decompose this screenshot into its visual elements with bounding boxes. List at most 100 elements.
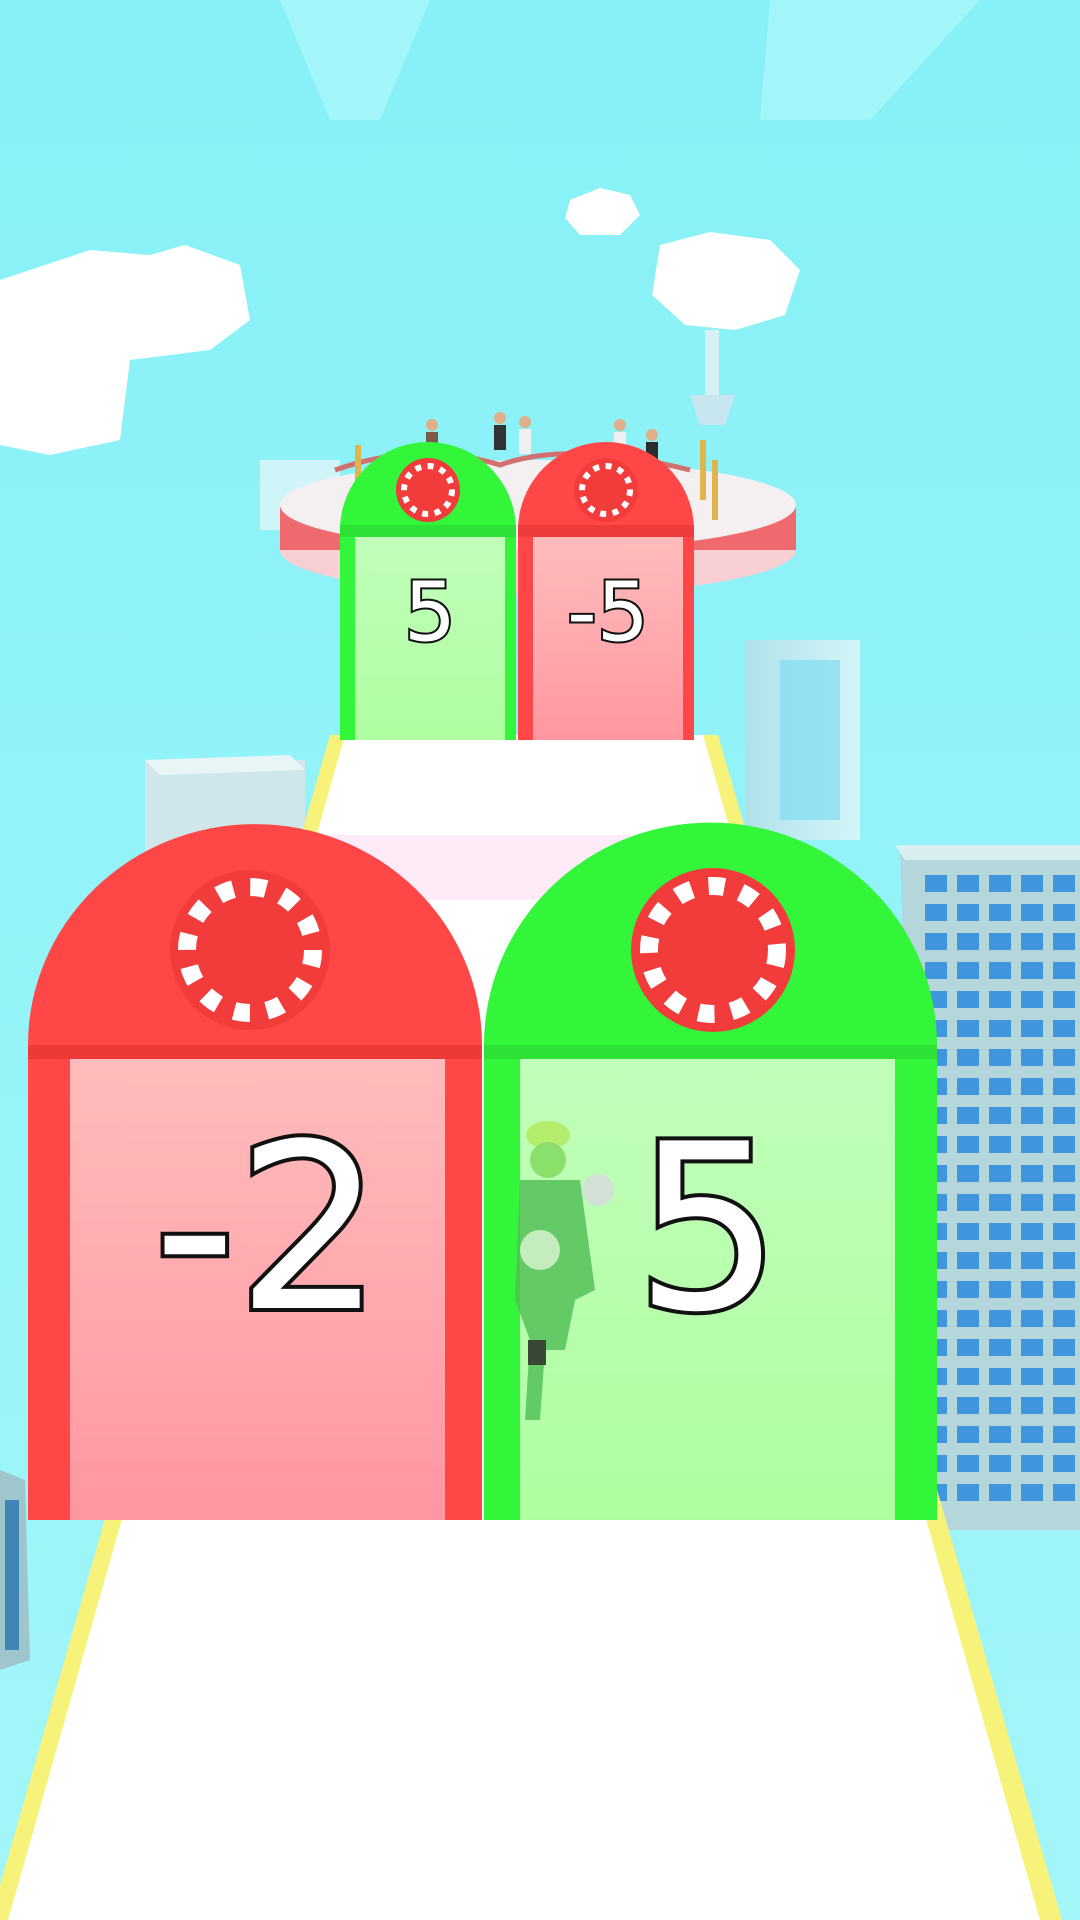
building-window [957,1049,979,1066]
building-window [989,1397,1011,1414]
building-window [1021,1252,1043,1269]
building-window [1053,1136,1075,1153]
building-window [989,1136,1011,1153]
building-window [1021,1194,1043,1211]
building-window [989,1426,1011,1443]
building-window [957,1426,979,1443]
gate-value: 5 [404,565,456,660]
building-window [1053,904,1075,921]
building-icon [0,1470,30,1670]
game-scene: 5 -5 -2 5 [0,0,1080,1920]
building-window [1053,1252,1075,1269]
building-window [1021,1078,1043,1095]
building-window [1053,1165,1075,1182]
building-window [957,875,979,892]
building-window [989,1107,1011,1124]
building-window [957,1397,979,1414]
building-window [1053,1223,1075,1240]
building-window [957,1281,979,1298]
building-window [1053,1078,1075,1095]
gate-value: 5 [635,1096,781,1363]
building-window [957,1484,979,1501]
building-window [1053,991,1075,1008]
building-window [925,875,947,892]
building-window [1021,1455,1043,1472]
poker-chip-icon [170,870,330,1030]
building-window [957,1136,979,1153]
building-window [1053,875,1075,892]
gate-far-left: 5 [340,442,516,740]
building-window [1021,1339,1043,1356]
building-window [925,904,947,921]
building-window [989,1194,1011,1211]
building-window [957,1107,979,1124]
building-window [957,1223,979,1240]
building-window [1021,1049,1043,1066]
building-window [1053,1107,1075,1124]
building-window [1021,1310,1043,1327]
building-window [957,933,979,950]
building-window [989,991,1011,1008]
building-window [957,1310,979,1327]
building-window [1053,1426,1075,1443]
building-window [1053,1310,1075,1327]
building-window [989,1252,1011,1269]
gate-value: -2 [153,1096,382,1363]
building-window [957,1368,979,1385]
building-window [957,1194,979,1211]
building-window [1053,1368,1075,1385]
building-window [1021,1223,1043,1240]
building-window [989,962,1011,979]
building-window [1021,904,1043,921]
poker-chip-icon [396,458,460,522]
building-window [1053,1397,1075,1414]
building-window [989,875,1011,892]
building-window [1053,1455,1075,1472]
building-window [1053,1194,1075,1211]
gate-value: -5 [567,565,649,660]
building-window [989,933,1011,950]
building-window [957,1020,979,1037]
building-window [1053,1484,1075,1501]
building-window [989,1049,1011,1066]
building-window [1021,875,1043,892]
building-window [1021,1165,1043,1182]
building-window [1021,1136,1043,1153]
building-window [1053,933,1075,950]
building-window [1053,1020,1075,1037]
building-window [1053,962,1075,979]
poker-chip-icon [574,458,638,522]
building-window [1021,1426,1043,1443]
building-window [1021,962,1043,979]
building-window [989,1484,1011,1501]
building-window [1021,1484,1043,1501]
building-window [989,1455,1011,1472]
building-window [989,1223,1011,1240]
building-window [957,1078,979,1095]
building-window [957,962,979,979]
building-window [957,991,979,1008]
gate-far-right: -5 [518,442,694,740]
building-window [925,933,947,950]
building-window [957,1252,979,1269]
building-window [989,904,1011,921]
building-window [1053,1049,1075,1066]
building-window [925,962,947,979]
building-window [989,1078,1011,1095]
poker-chip-icon [631,868,795,1032]
building-window [957,1165,979,1182]
building-window [989,1339,1011,1356]
building-window [989,1368,1011,1385]
building-window [1021,1368,1043,1385]
building-window [1053,1281,1075,1298]
building-window [989,1020,1011,1037]
building-icon [745,640,860,840]
building-window [957,1339,979,1356]
building-window [1021,933,1043,950]
building-window [989,1165,1011,1182]
gate-near-left: -2 [28,824,482,1520]
building-window [1021,991,1043,1008]
building-window [957,1455,979,1472]
building-window [989,1310,1011,1327]
building-window [1021,1281,1043,1298]
